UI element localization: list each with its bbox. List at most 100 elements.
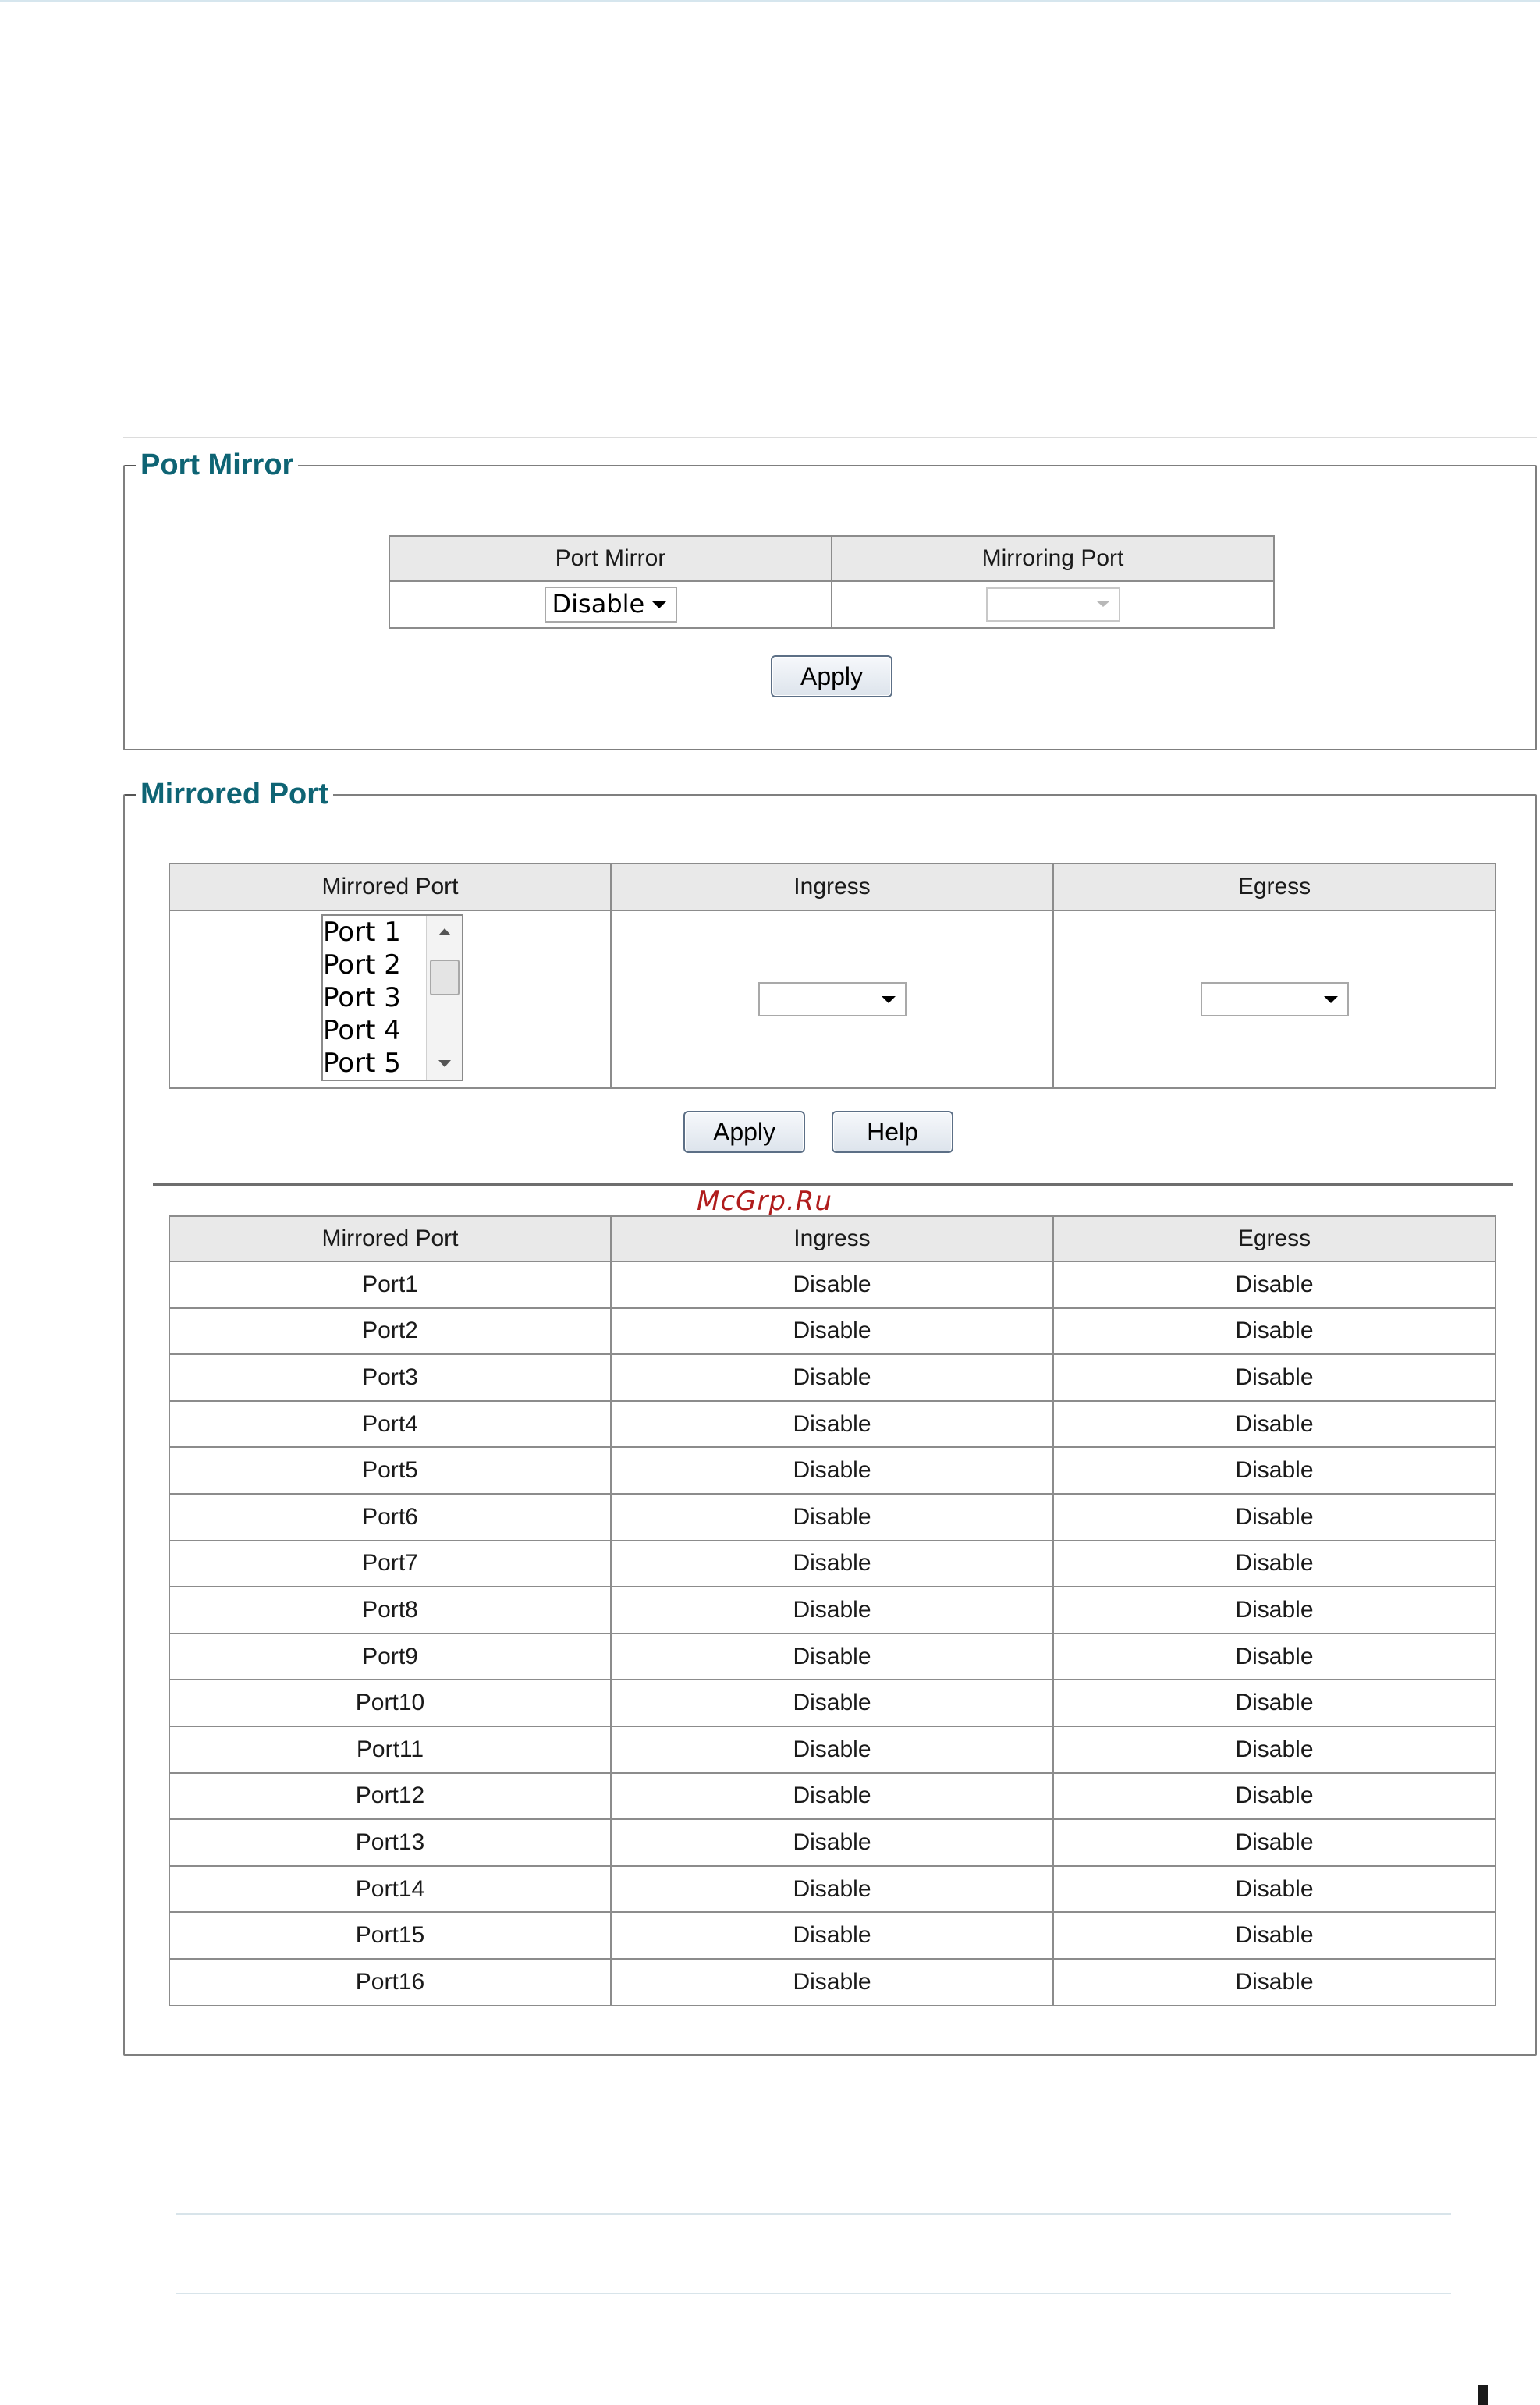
status-ingress-cell: Disable bbox=[610, 1446, 1054, 1495]
scroll-down-icon[interactable] bbox=[438, 1060, 451, 1067]
table-row: Port9 Disable Disable bbox=[169, 1632, 1496, 1681]
listbox-scrollbar[interactable] bbox=[426, 916, 462, 1080]
chevron-down-icon bbox=[1096, 601, 1109, 607]
footer-rule-bottom bbox=[176, 2293, 1451, 2294]
port-listbox[interactable]: Port 1 Port 2 Port 3 Port 4 Port 5 bbox=[321, 914, 463, 1081]
table-row: Port14 Disable Disable bbox=[169, 1864, 1496, 1914]
status-egress-cell: Disable bbox=[1052, 1399, 1496, 1449]
status-port-cell: Port12 bbox=[169, 1772, 612, 1821]
table-row: Port15 Disable Disable bbox=[169, 1911, 1496, 1960]
panel-top-line bbox=[123, 437, 1537, 438]
table-row: Port6 Disable Disable bbox=[169, 1492, 1496, 1541]
status-port-cell: Port9 bbox=[169, 1632, 612, 1681]
port-mirror-panel: Port Mirror Port Mirror Mirroring Port D… bbox=[123, 437, 1537, 750]
status-egress-cell: Disable bbox=[1052, 1353, 1496, 1402]
list-item[interactable]: Port 5 bbox=[323, 1047, 401, 1080]
egress-select[interactable] bbox=[1200, 982, 1349, 1016]
chevron-down-icon bbox=[881, 996, 896, 1003]
top-rule bbox=[0, 0, 1540, 2]
mirroring-port-select[interactable] bbox=[985, 587, 1120, 622]
page-corner-mark bbox=[1478, 2385, 1488, 2405]
watermark: McGrp.Ru bbox=[697, 1186, 832, 1217]
status-ingress-cell: Disable bbox=[610, 1261, 1054, 1309]
table-row: Port8 Disable Disable bbox=[169, 1586, 1496, 1634]
list-item[interactable]: Port 2 bbox=[323, 949, 401, 981]
chevron-down-icon bbox=[651, 601, 666, 608]
mirrored-port-column-header: Mirrored Port bbox=[169, 863, 612, 911]
status-ingress-cell: Disable bbox=[610, 1586, 1054, 1634]
table-row: Port1 Disable Disable bbox=[169, 1261, 1496, 1309]
status-egress-cell: Disable bbox=[1052, 1957, 1496, 2006]
status-egress-cell: Disable bbox=[1052, 1911, 1496, 1960]
status-ingress-cell: Disable bbox=[610, 1957, 1054, 2006]
status-egress-cell: Disable bbox=[1052, 1632, 1496, 1681]
mirroring-port-column-header: Mirroring Port bbox=[831, 535, 1275, 582]
mirrored-port-config-table: Mirrored Port Ingress Egress Port 1 Port… bbox=[169, 863, 1496, 1089]
egress-column-header: Egress bbox=[1052, 863, 1496, 911]
status-ingress-cell: Disable bbox=[610, 1353, 1054, 1402]
table-row: Port10 Disable Disable bbox=[169, 1679, 1496, 1727]
status-egress-cell: Disable bbox=[1052, 1818, 1496, 1867]
status-ingress-cell: Disable bbox=[610, 1911, 1054, 1960]
status-ingress-cell: Disable bbox=[610, 1539, 1054, 1588]
status-ingress-cell: Disable bbox=[610, 1399, 1054, 1449]
mirrored-port-apply-button[interactable]: Apply bbox=[683, 1111, 805, 1153]
mirroring-port-cell bbox=[831, 580, 1275, 629]
footer-rule-top bbox=[176, 2213, 1451, 2215]
list-item[interactable]: Port 3 bbox=[323, 981, 401, 1014]
list-item[interactable]: Port 1 bbox=[323, 916, 401, 949]
status-ingress-cell: Disable bbox=[610, 1864, 1054, 1914]
status-port-cell: Port15 bbox=[169, 1911, 612, 1960]
table-row: Port5 Disable Disable bbox=[169, 1446, 1496, 1495]
port-mirror-cell: Disable bbox=[389, 580, 832, 629]
status-ingress-cell: Disable bbox=[610, 1307, 1054, 1356]
port-mirror-column-header: Port Mirror bbox=[389, 535, 832, 582]
status-egress-cell: Disable bbox=[1052, 1261, 1496, 1309]
section-divider bbox=[153, 1183, 1513, 1186]
port-mirror-select[interactable]: Disable bbox=[544, 587, 677, 623]
status-port-cell: Port6 bbox=[169, 1492, 612, 1541]
ingress-column-header: Ingress bbox=[610, 863, 1054, 911]
status-port-cell: Port7 bbox=[169, 1539, 612, 1588]
status-ingress-cell: Disable bbox=[610, 1772, 1054, 1821]
status-ingress-header: Ingress bbox=[610, 1215, 1054, 1262]
status-port-cell: Port16 bbox=[169, 1957, 612, 2006]
status-egress-cell: Disable bbox=[1052, 1307, 1496, 1356]
status-table-body: Port1 Disable Disable Port2 Disable Disable Po… bbox=[169, 1261, 1496, 2006]
port-mirror-legend: Port Mirror bbox=[124, 448, 299, 482]
list-item[interactable]: Port 4 bbox=[323, 1014, 401, 1047]
table-row: Port12 Disable Disable bbox=[169, 1772, 1496, 1821]
table-row: Port11 Disable Disable bbox=[169, 1725, 1496, 1774]
port-mirror-apply-button[interactable]: Apply bbox=[771, 655, 892, 697]
ingress-cell bbox=[610, 910, 1054, 1089]
port-list-cell: Port 1 Port 2 Port 3 Port 4 Port 5 bbox=[169, 910, 612, 1089]
mirrored-port-status-table: Mirrored Port Ingress Egress Port1 Disabl… bbox=[169, 1215, 1496, 2006]
status-egress-cell: Disable bbox=[1052, 1492, 1496, 1541]
scroll-up-icon[interactable] bbox=[438, 928, 451, 935]
port-mirror-table: Port Mirror Mirroring Port Disable bbox=[389, 535, 1275, 629]
status-port-cell: Port3 bbox=[169, 1353, 612, 1402]
status-port-cell: Port14 bbox=[169, 1864, 612, 1914]
table-row: Port16 Disable Disable bbox=[169, 1957, 1496, 2006]
mirrored-port-legend: Mirrored Port bbox=[125, 777, 333, 811]
table-row: Port7 Disable Disable bbox=[169, 1539, 1496, 1588]
egress-cell bbox=[1052, 910, 1496, 1089]
status-egress-cell: Disable bbox=[1052, 1864, 1496, 1914]
mirrored-port-panel: Mirrored Port Mirrored Port Ingress Egre… bbox=[123, 777, 1537, 2056]
status-port-cell: Port2 bbox=[169, 1307, 612, 1356]
status-egress-cell: Disable bbox=[1052, 1586, 1496, 1634]
ingress-select[interactable] bbox=[758, 982, 907, 1016]
status-egress-cell: Disable bbox=[1052, 1725, 1496, 1774]
status-egress-cell: Disable bbox=[1052, 1772, 1496, 1821]
table-row: Port13 Disable Disable bbox=[169, 1818, 1496, 1867]
status-port-cell: Port10 bbox=[169, 1679, 612, 1727]
status-port-cell: Port5 bbox=[169, 1446, 612, 1495]
status-ingress-cell: Disable bbox=[610, 1725, 1054, 1774]
status-port-cell: Port4 bbox=[169, 1399, 612, 1449]
status-egress-cell: Disable bbox=[1052, 1679, 1496, 1727]
status-port-cell: Port8 bbox=[169, 1586, 612, 1634]
help-button[interactable]: Help bbox=[832, 1111, 953, 1153]
status-egress-header: Egress bbox=[1052, 1215, 1496, 1262]
scrollbar-thumb[interactable] bbox=[430, 960, 460, 995]
status-ingress-cell: Disable bbox=[610, 1492, 1054, 1541]
